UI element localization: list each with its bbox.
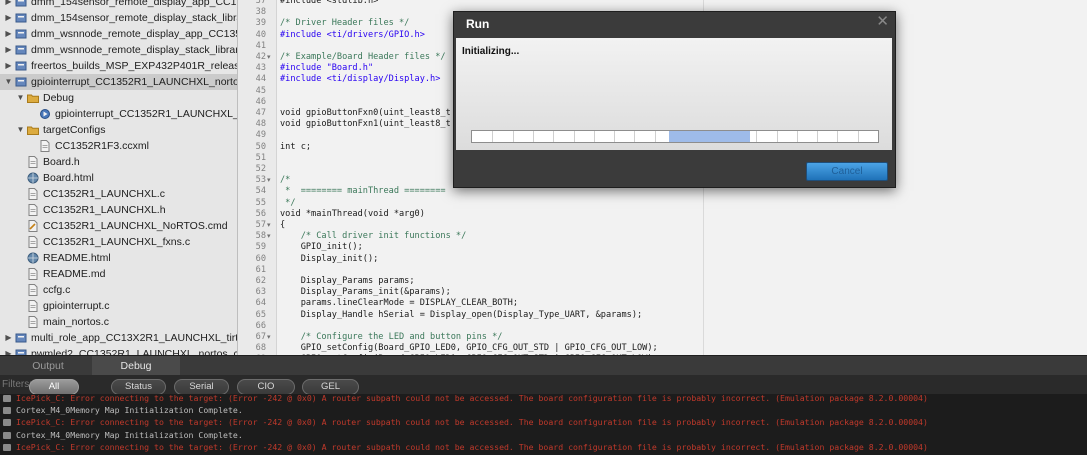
progress-segment-divider xyxy=(797,131,798,142)
status-text: Initializing... xyxy=(462,46,520,57)
log-text: Cortex_M4_0Memory Map Initialization Com… xyxy=(16,405,243,416)
log-text: IcePick_C: Error connecting to the targe… xyxy=(16,441,928,452)
log-entry-icon xyxy=(3,443,11,451)
log-text: IcePick_C: Error connecting to the targe… xyxy=(16,417,928,428)
log-text: Cortex_M4_0Memory Map Initialization Com… xyxy=(16,429,243,440)
log-line: IcePick_C: Error connecting to the targe… xyxy=(0,416,1087,428)
log-line: Cortex_M4_0Memory Map Initialization Com… xyxy=(0,429,1087,441)
progress-segment-divider xyxy=(817,131,818,142)
console-tab-debug[interactable]: Debug xyxy=(92,356,180,376)
progress-segment-divider xyxy=(553,131,554,142)
log-entry-icon xyxy=(3,419,11,427)
log-text: IcePick_C: Error connecting to the targe… xyxy=(16,393,928,403)
dialog-title: Run xyxy=(466,17,490,31)
progress-segment-divider xyxy=(634,131,635,142)
log-entry-icon xyxy=(3,431,11,439)
close-icon[interactable]: ✕ xyxy=(876,14,889,30)
cancel-button[interactable]: Cancel xyxy=(806,162,888,181)
progress-segment-divider xyxy=(594,131,595,142)
progress-segment-divider xyxy=(837,131,838,142)
console-tab-output[interactable]: Output xyxy=(0,356,96,376)
log-line: IcePick_C: Error connecting to the targe… xyxy=(0,441,1087,453)
progress-segment-divider xyxy=(756,131,757,142)
progress-bar xyxy=(471,130,879,143)
log-line: Cortex_M4_0Memory Map Initialization Com… xyxy=(0,404,1087,416)
console-log: IcePick_C: Error connecting to the targe… xyxy=(0,392,1087,455)
progress-segment-divider xyxy=(574,131,575,142)
progress-segment-divider xyxy=(614,131,615,142)
progress-segment-divider xyxy=(513,131,514,142)
progress-segment-divider xyxy=(492,131,493,142)
console-tab-bar: Output Debug xyxy=(0,355,1087,376)
log-entry-icon xyxy=(3,407,11,415)
filters-label: Filters: xyxy=(2,379,32,390)
progress-segment-divider xyxy=(655,131,656,142)
progress-segment-divider xyxy=(777,131,778,142)
dialog-body: Initializing... xyxy=(456,38,892,150)
run-dialog: Run ✕ Initializing... Cancel xyxy=(453,11,896,188)
log-line: IcePick_C: Error connecting to the targe… xyxy=(0,392,1087,404)
console-panel: Output Debug Filters: All Status Serial CIO G… xyxy=(0,355,1087,455)
progress-segment-divider xyxy=(533,131,534,142)
progress-indicator xyxy=(669,131,750,142)
log-entry-icon xyxy=(3,395,11,402)
progress-segment-divider xyxy=(858,131,859,142)
